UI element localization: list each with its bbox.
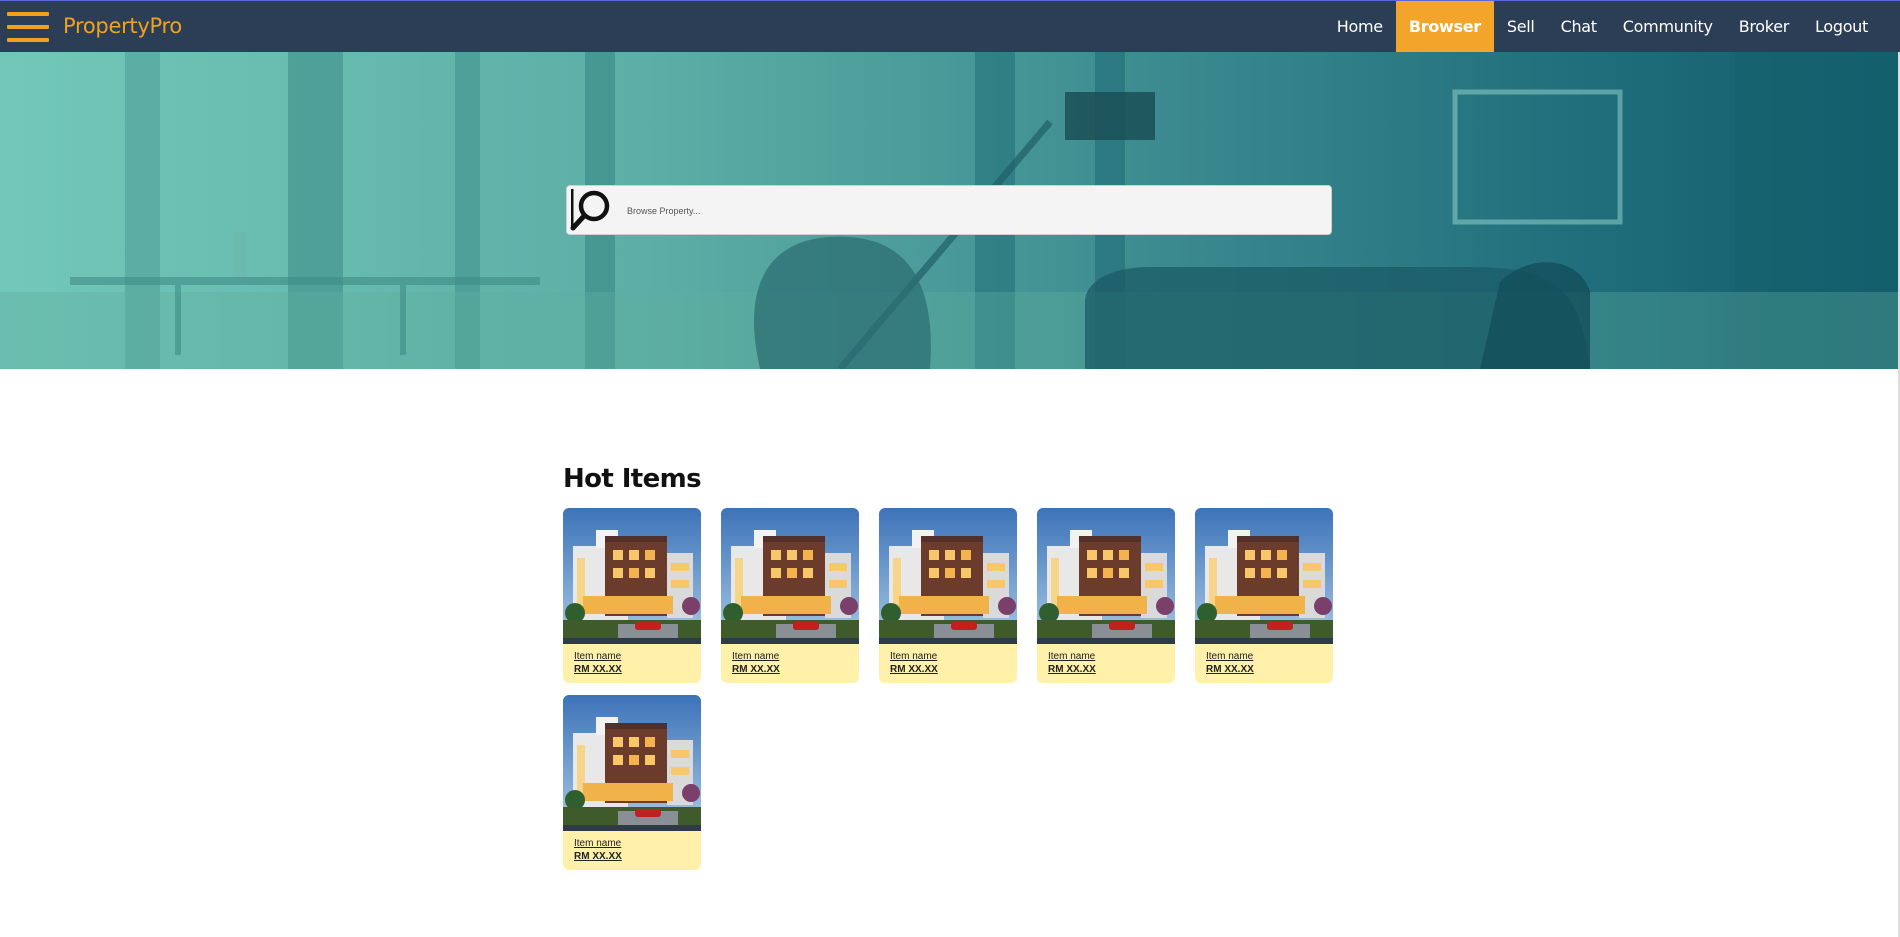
- item-name-link[interactable]: Item name: [890, 650, 1017, 663]
- item-name-link[interactable]: Item name: [574, 837, 701, 850]
- property-card[interactable]: Item name RM XX.XX: [721, 508, 859, 683]
- property-thumbnail-image[interactable]: [1037, 508, 1175, 644]
- card-info: Item name RM XX.XX: [563, 831, 701, 863]
- card-info: Item name RM XX.XX: [721, 644, 859, 676]
- nav-community[interactable]: Community: [1610, 1, 1726, 53]
- item-price-link[interactable]: RM XX.XX: [1206, 663, 1333, 676]
- property-thumbnail-image[interactable]: [563, 695, 701, 831]
- hamburger-menu-icon[interactable]: [7, 10, 49, 44]
- property-card[interactable]: Item name RM XX.XX: [1037, 508, 1175, 683]
- property-thumbnail-image[interactable]: [563, 508, 701, 644]
- item-price-link[interactable]: RM XX.XX: [890, 663, 1017, 676]
- nav-chat[interactable]: Chat: [1548, 1, 1610, 53]
- item-price-link[interactable]: RM XX.XX: [574, 850, 701, 863]
- item-name-link[interactable]: Item name: [574, 650, 701, 663]
- magnifier-search-icon[interactable]: [570, 187, 614, 233]
- section-title-hot-items: Hot Items: [563, 464, 702, 494]
- nav-sell[interactable]: Sell: [1494, 1, 1548, 53]
- item-price-link[interactable]: RM XX.XX: [1048, 663, 1175, 676]
- property-thumbnail-image[interactable]: [879, 508, 1017, 644]
- brand-logo[interactable]: PropertyPro: [63, 14, 182, 38]
- nav-browser[interactable]: Browser: [1395, 1, 1494, 53]
- search-input[interactable]: [625, 196, 1319, 226]
- item-price-link[interactable]: RM XX.XX: [732, 663, 859, 676]
- search-bar: [566, 185, 1332, 235]
- card-info: Item name RM XX.XX: [879, 644, 1017, 676]
- nav-links: Home Browser Sell Chat Community Broker …: [1324, 1, 1900, 53]
- item-name-link[interactable]: Item name: [732, 650, 859, 663]
- property-thumbnail-image[interactable]: [721, 508, 859, 644]
- property-card[interactable]: Item name RM XX.XX: [879, 508, 1017, 683]
- card-info: Item name RM XX.XX: [1195, 644, 1333, 676]
- property-card[interactable]: Item name RM XX.XX: [563, 508, 701, 683]
- top-navbar: PropertyPro Home Browser Sell Chat Commu…: [0, 0, 1900, 53]
- property-card[interactable]: Item name RM XX.XX: [563, 695, 701, 870]
- nav-logout[interactable]: Logout: [1802, 1, 1900, 53]
- nav-home[interactable]: Home: [1324, 1, 1396, 53]
- card-info: Item name RM XX.XX: [1037, 644, 1175, 676]
- item-price-link[interactable]: RM XX.XX: [574, 663, 701, 676]
- card-info: Item name RM XX.XX: [563, 644, 701, 676]
- property-thumbnail-image[interactable]: [1195, 508, 1333, 644]
- item-name-link[interactable]: Item name: [1048, 650, 1175, 663]
- hero-banner: [0, 52, 1900, 369]
- item-name-link[interactable]: Item name: [1206, 650, 1333, 663]
- nav-broker[interactable]: Broker: [1726, 1, 1802, 53]
- hot-items-grid: Item name RM XX.XX Item name RM XX.XX It…: [563, 508, 1343, 870]
- property-card[interactable]: Item name RM XX.XX: [1195, 508, 1333, 683]
